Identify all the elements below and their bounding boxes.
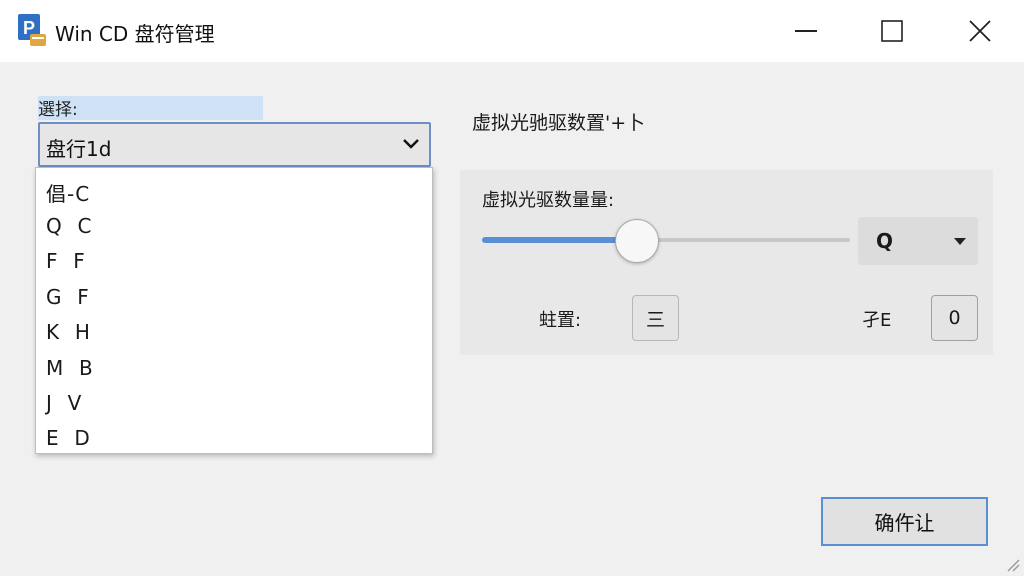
minimize-icon [795, 30, 817, 32]
drive-combobox[interactable]: 盘行1d [38, 122, 431, 167]
section-heading: 虚拟光驰驱数置'+卜 [472, 112, 646, 134]
ze-field[interactable]: 0 [931, 295, 978, 341]
list-item[interactable]: G F [46, 285, 90, 309]
close-icon [969, 20, 991, 42]
ok-button[interactable]: 确仵让 [821, 497, 988, 546]
list-item[interactable]: E D [46, 426, 91, 450]
caret-down-icon [954, 238, 966, 245]
title-bar: P Win CD 盘符管理 [0, 0, 1024, 62]
list-item[interactable]: F F [46, 249, 86, 273]
chevron-down-icon [403, 139, 419, 149]
minimize-button[interactable] [766, 0, 846, 62]
window-title: Win CD 盘符管理 [55, 22, 215, 46]
position-label: 蛀置: [539, 310, 582, 331]
list-item[interactable]: Q C [46, 214, 92, 238]
drive-count-slider[interactable] [482, 237, 850, 243]
list-item[interactable]: J V [46, 391, 82, 415]
maximize-button[interactable] [852, 0, 932, 62]
drive-dropdown-list: 倡-C Q C F F G F K H M B J V E D [35, 167, 433, 454]
app-drive-icon: P [18, 14, 46, 46]
ze-label: 孑E [862, 310, 892, 331]
list-item[interactable]: M B [46, 356, 94, 380]
unit-selected-value: Q [876, 229, 894, 253]
choose-label: 選择: [38, 100, 78, 120]
slider-thumb[interactable] [615, 219, 659, 263]
close-button[interactable] [940, 0, 1020, 62]
unit-select[interactable]: Q [858, 217, 978, 265]
resize-grip-icon[interactable] [1006, 558, 1020, 572]
drive-count-label: 虚拟光驱数量量: [482, 190, 615, 211]
combo-selected-value: 盘行1d [46, 137, 112, 161]
list-item[interactable]: 倡-C [46, 178, 90, 207]
maximize-icon [881, 20, 903, 42]
list-item[interactable]: K H [46, 320, 91, 344]
slider-fill [482, 237, 619, 243]
position-field[interactable]: 三 [632, 295, 679, 341]
main-window: P Win CD 盘符管理 選择: 盘行1d 倡-C Q C F F G F K… [0, 0, 1024, 576]
